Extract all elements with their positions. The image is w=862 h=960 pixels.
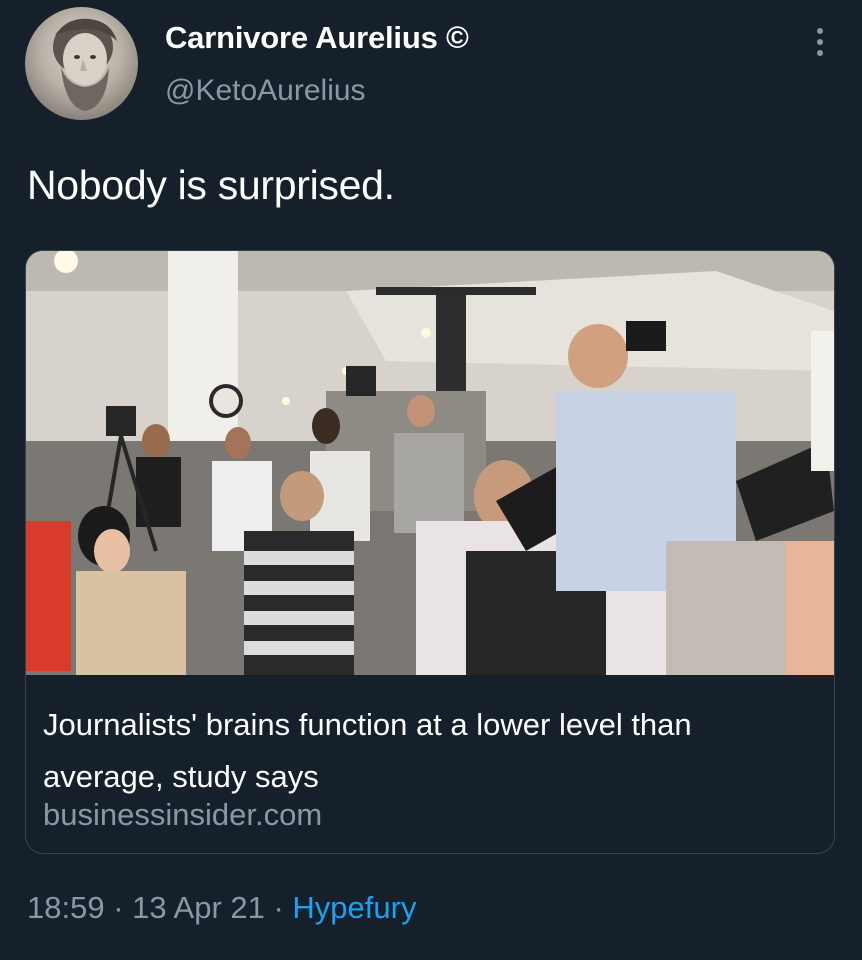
card-image[interactable] [26, 251, 834, 675]
link-preview-card[interactable]: Journalists' brains function at a lower … [25, 250, 835, 854]
author-handle[interactable]: @KetoAurelius [165, 74, 366, 108]
tweet-date[interactable]: 13 Apr 21 [132, 890, 265, 925]
card-title[interactable]: Journalists' brains function at a lower … [43, 699, 813, 803]
tweet-meta: 18:59 · 13 Apr 21 · Hypefury [27, 890, 416, 926]
tweet-text: Nobody is surprised. [27, 162, 395, 208]
author-avatar[interactable] [25, 7, 138, 120]
more-options-icon[interactable] [806, 22, 834, 62]
tweet-source-link[interactable]: Hypefury [292, 890, 416, 925]
meta-separator: · [264, 890, 293, 925]
meta-separator: · [104, 890, 133, 925]
marcus-aurelius-bust-icon [53, 18, 117, 111]
author-display-name[interactable]: Carnivore Aurelius © [165, 20, 469, 56]
tweet-time[interactable]: 18:59 [27, 890, 105, 925]
card-domain[interactable]: businessinsider.com [43, 797, 322, 833]
press-photographers-photo-icon [26, 251, 834, 675]
